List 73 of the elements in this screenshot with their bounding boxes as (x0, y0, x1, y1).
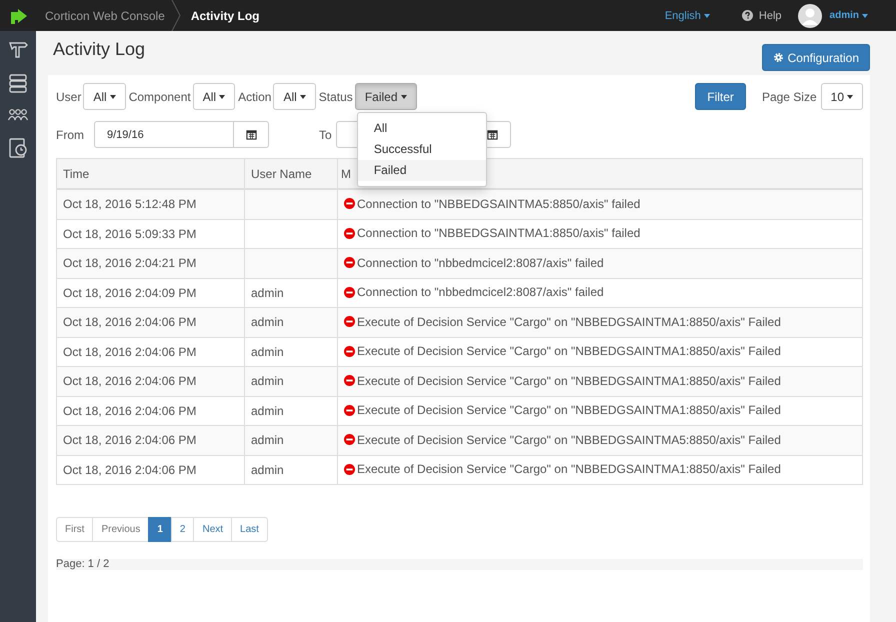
message-text: Execute of Decision Service "Cargo" on "NBBEDGSAINTMA1:8850/axis" Failed (357, 344, 781, 358)
page-link[interactable]: Next (193, 517, 232, 542)
page-size-dropdown[interactable]: 10 (820, 83, 863, 110)
menu-item[interactable]: Successful (358, 139, 486, 160)
error-icon (344, 257, 355, 268)
message-text: Execute of Decision Service "Cargo" on "NBBEDGSAINTMA1:8850/axis" Failed (357, 462, 781, 476)
time-cell: Oct 18, 2016 2:04:06 PM (56, 426, 244, 455)
app-name[interactable]: Corticon Web Console (45, 8, 165, 22)
message-text: Execute of Decision Service "Cargo" on "NBBEDGSAINTMA1:8850/axis" Failed (357, 374, 781, 388)
page-size-label: Page Size (762, 90, 817, 104)
message-text: Connection to "NBBEDGSAINTMA1:8850/axis" failed (357, 226, 640, 240)
column-header[interactable]: User Name (244, 158, 338, 189)
page-crumb: Activity Log (190, 8, 260, 22)
error-icon (344, 228, 355, 238)
help-icon[interactable] (742, 10, 753, 21)
time-cell: Oct 18, 2016 2:04:06 PM (56, 308, 244, 337)
avatar-icon[interactable] (798, 4, 822, 28)
from-label: From (56, 128, 84, 142)
from-date-field[interactable]: 9/19/16 (94, 121, 234, 148)
filter-dropdown[interactable]: All (192, 83, 236, 110)
chevron-separator-icon (170, 0, 181, 31)
page-title: Activity Log (53, 39, 146, 60)
page-link[interactable]: 1 (148, 517, 172, 542)
to-label: To (319, 128, 332, 142)
page-link[interactable]: Previous (92, 517, 150, 542)
error-icon (344, 286, 355, 298)
user-cell: admin (244, 366, 338, 396)
filter-dropdown[interactable]: Failed (354, 83, 416, 110)
message-text: Connection to "nbbedmcicel2:8087/axis" failed (357, 256, 604, 270)
calendar-icon (246, 129, 256, 140)
page-info: Page: 1 / 2 (56, 558, 110, 570)
page-link[interactable]: 2 (170, 517, 194, 542)
user-cell: admin (244, 455, 338, 484)
error-icon (344, 346, 355, 356)
gear-icon (772, 52, 784, 63)
filter-dropdown[interactable]: All (273, 83, 316, 110)
configuration-button[interactable]: Configuration (762, 44, 870, 71)
filter-label: Action (238, 90, 272, 104)
server-icon[interactable] (8, 73, 28, 93)
user-cell: admin (244, 308, 338, 337)
time-cell: Oct 18, 2016 2:04:21 PM (56, 248, 244, 278)
help-link[interactable]: Help (758, 10, 782, 22)
error-icon (344, 404, 355, 416)
filter-dropdown[interactable]: All (83, 83, 126, 110)
error-icon (344, 316, 355, 327)
column-header[interactable]: Time (56, 158, 244, 189)
time-cell: Oct 18, 2016 2:04:06 PM (56, 455, 244, 484)
error-icon (344, 375, 355, 386)
message-text: Connection to "nbbedmcicel2:8087/axis" failed (357, 285, 604, 299)
language-menu[interactable]: English (664, 10, 710, 22)
message-text: Execute of Decision Service "Cargo" on "NBBEDGSAINTMA1:8850/axis" Failed (357, 403, 781, 417)
error-icon (344, 434, 355, 445)
clock-document-icon[interactable] (8, 137, 28, 159)
message-text: Execute of Decision Service "Cargo" on "NBBEDGSAINTMA5:8850/axis" Failed (357, 432, 781, 446)
filter-label: Component (128, 90, 191, 104)
time-cell: Oct 18, 2016 5:12:48 PM (56, 189, 244, 219)
filter-button[interactable]: Filter (695, 83, 746, 110)
menu-item[interactable]: All (358, 118, 486, 139)
users-icon[interactable] (8, 107, 28, 123)
error-icon (344, 198, 355, 209)
message-text: Execute of Decision Service "Cargo" on "NBBEDGSAINTMA1:8850/axis" Failed (357, 314, 781, 328)
calendar-button[interactable] (234, 121, 269, 148)
menu-item[interactable]: Failed (358, 160, 486, 181)
error-icon (344, 464, 355, 474)
user-cell: admin (244, 426, 338, 455)
filter-label: Status (318, 90, 353, 104)
user-menu[interactable]: admin (830, 10, 868, 21)
time-cell: Oct 18, 2016 2:04:06 PM (56, 366, 244, 396)
message-text: Connection to "NBBEDGSAINTMA5:8850/axis" failed (357, 196, 640, 210)
filter-label: User (56, 90, 82, 104)
page-link[interactable]: Last (231, 517, 268, 542)
calendar-icon (487, 129, 498, 140)
page-link[interactable]: First (56, 517, 94, 542)
